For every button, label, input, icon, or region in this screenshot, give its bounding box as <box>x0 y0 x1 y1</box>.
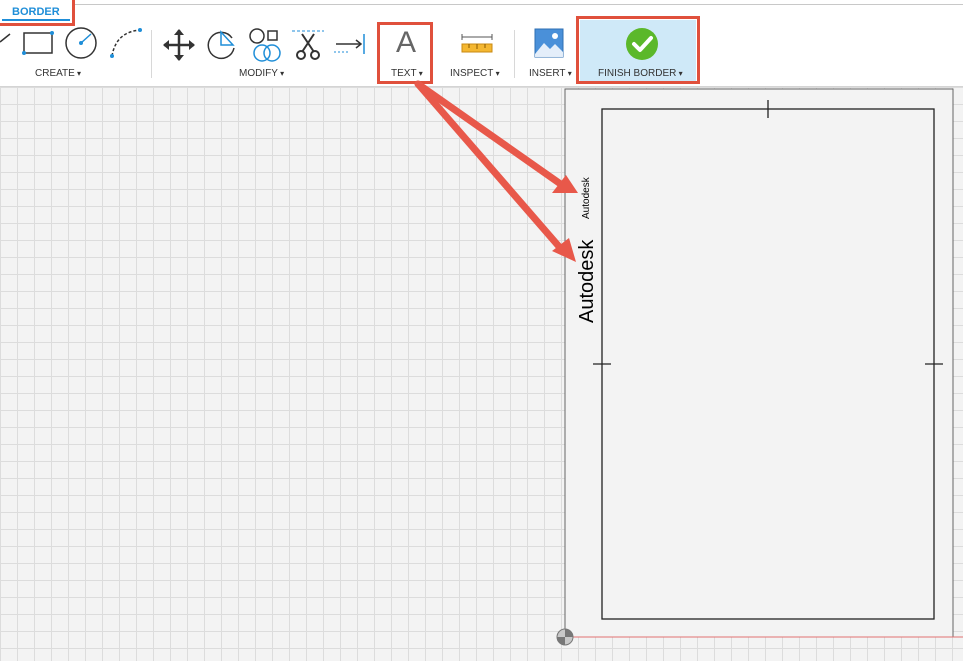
move-tool-icon[interactable] <box>162 28 196 62</box>
inspect-group-label[interactable]: INSPECT <box>450 68 500 79</box>
separator <box>514 30 515 78</box>
drawing-canvas[interactable] <box>0 87 963 661</box>
finish-border-highlight <box>576 16 700 84</box>
measure-ruler-icon[interactable] <box>461 34 493 54</box>
extend-tool-icon[interactable] <box>334 32 368 56</box>
create-group-label[interactable]: CREATE <box>35 68 81 79</box>
insert-image-icon[interactable] <box>534 28 564 58</box>
tab-strip <box>0 0 963 5</box>
rectangle-tool-icon[interactable] <box>22 28 54 58</box>
tab-active-underline <box>2 19 70 21</box>
rotate-tool-icon[interactable] <box>205 28 239 62</box>
modify-group-label[interactable]: MODIFY <box>239 68 284 79</box>
toolbar: BORDER CREATE ▾ MODIFY ▾ A TEXT ▾ INSPEC… <box>0 0 963 87</box>
insert-group-label[interactable]: INSERT <box>529 68 572 79</box>
circle-tool-icon[interactable] <box>64 26 100 60</box>
text-tool-highlight <box>377 22 433 84</box>
trim-scissors-icon[interactable] <box>292 28 324 62</box>
offset-tool-icon[interactable] <box>248 28 284 64</box>
arc-tool-icon[interactable] <box>108 26 144 60</box>
tab-border[interactable]: BORDER <box>0 0 75 26</box>
separator <box>151 30 152 78</box>
line-tool-icon[interactable] <box>0 28 12 48</box>
tab-border-label: BORDER <box>12 6 60 18</box>
